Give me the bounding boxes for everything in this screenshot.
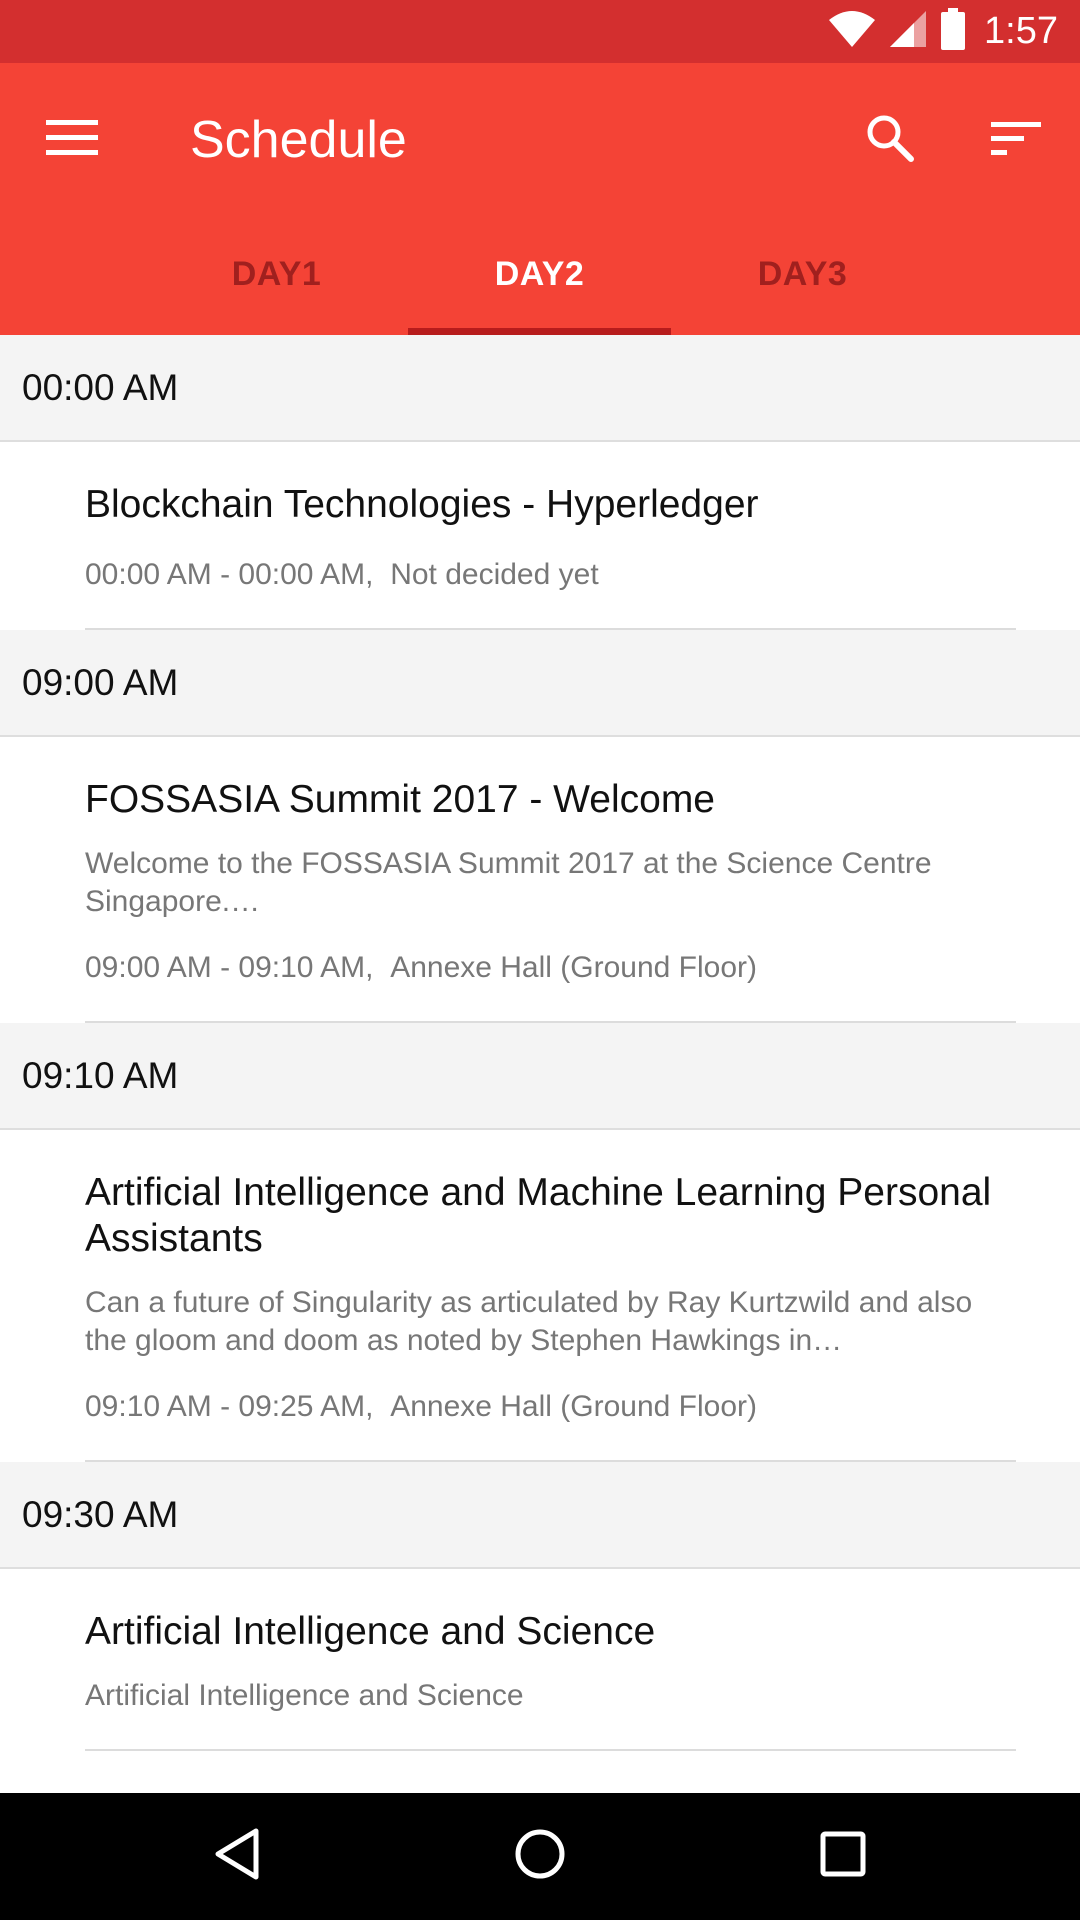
home-icon [513, 1827, 567, 1886]
search-icon [865, 113, 915, 168]
tab-day2[interactable]: DAY2 [408, 213, 671, 335]
time-header: 00:00 AM [0, 335, 1080, 442]
tab-day1[interactable]: DAY1 [145, 213, 408, 335]
session-time-range: 09:10 AM - 09:25 AM, [85, 1390, 374, 1423]
page-title: Schedule [190, 111, 407, 169]
time-header: 09:00 AM [0, 630, 1080, 737]
session-meta: 00:00 AM - 00:00 AM, Not decided yet [85, 556, 1020, 594]
session-meta: 09:10 AM - 09:25 AM, Annexe Hall (Ground… [85, 1388, 1020, 1426]
session-item[interactable]: FOSSASIA Summit 2017 - Welcome Welcome t… [0, 737, 1080, 1023]
battery-icon [940, 8, 966, 55]
session-location: Annexe Hall (Ground Floor) [390, 951, 758, 984]
time-header: 09:10 AM [0, 1023, 1080, 1130]
session-title: Artificial Intelligence and Science [85, 1610, 656, 1653]
session-description: Artificial Intelligence and Science [85, 1679, 524, 1712]
wifi-icon [828, 10, 876, 53]
session-description: Can a future of Singularity as articulat… [85, 1286, 973, 1357]
toolbar: Schedule [0, 63, 1080, 213]
session-description: Welcome to the FOSSASIA Summit 2017 at t… [85, 847, 932, 918]
session-time-range: 09:00 AM - 09:10 AM, [85, 951, 374, 984]
session-location: Not decided yet [390, 558, 599, 591]
tab-day3[interactable]: DAY3 [671, 213, 934, 335]
cell-signal-icon [888, 9, 928, 54]
filter-sort-button[interactable] [984, 108, 1048, 172]
system-nav-bar [0, 1793, 1080, 1920]
recents-button[interactable] [808, 1821, 878, 1891]
session-location: Annexe Hall (Ground Floor) [390, 1390, 758, 1423]
menu-icon [46, 118, 98, 163]
back-button[interactable] [202, 1821, 272, 1891]
home-button[interactable] [505, 1821, 575, 1891]
status-icons: 1:57 [828, 0, 1058, 63]
session-time-range: 00:00 AM - 00:00 AM, [85, 558, 374, 591]
session-item[interactable]: Artificial Intelligence and Science Arti… [0, 1569, 1080, 1751]
meta-separator [374, 1388, 391, 1426]
filter-sort-icon [991, 120, 1041, 161]
app-bar: Schedule DAY1 DAY2 DAY3 [0, 63, 1080, 335]
day-tabs: DAY1 DAY2 DAY3 [145, 213, 935, 335]
schedule-list[interactable]: 00:00 AM Blockchain Technologies - Hyper… [0, 335, 1080, 1793]
session-item[interactable]: Artificial Intelligence and Machine Lear… [0, 1130, 1080, 1462]
back-icon [212, 1827, 262, 1886]
status-bar: 1:57 [0, 0, 1080, 63]
menu-button[interactable] [40, 108, 104, 172]
session-title: Blockchain Technologies - Hyperledger [85, 483, 759, 526]
recents-icon [819, 1830, 867, 1883]
meta-separator [374, 556, 391, 594]
session-meta: 09:00 AM - 09:10 AM, Annexe Hall (Ground… [85, 949, 1020, 987]
meta-separator [374, 949, 391, 987]
search-button[interactable] [858, 108, 922, 172]
status-time: 1:57 [984, 10, 1058, 52]
session-item[interactable]: Blockchain Technologies - Hyperledger 00… [0, 442, 1080, 630]
session-title: FOSSASIA Summit 2017 - Welcome [85, 778, 715, 821]
time-header: 09:30 AM [0, 1462, 1080, 1569]
session-title: Artificial Intelligence and Machine Lear… [85, 1171, 992, 1260]
